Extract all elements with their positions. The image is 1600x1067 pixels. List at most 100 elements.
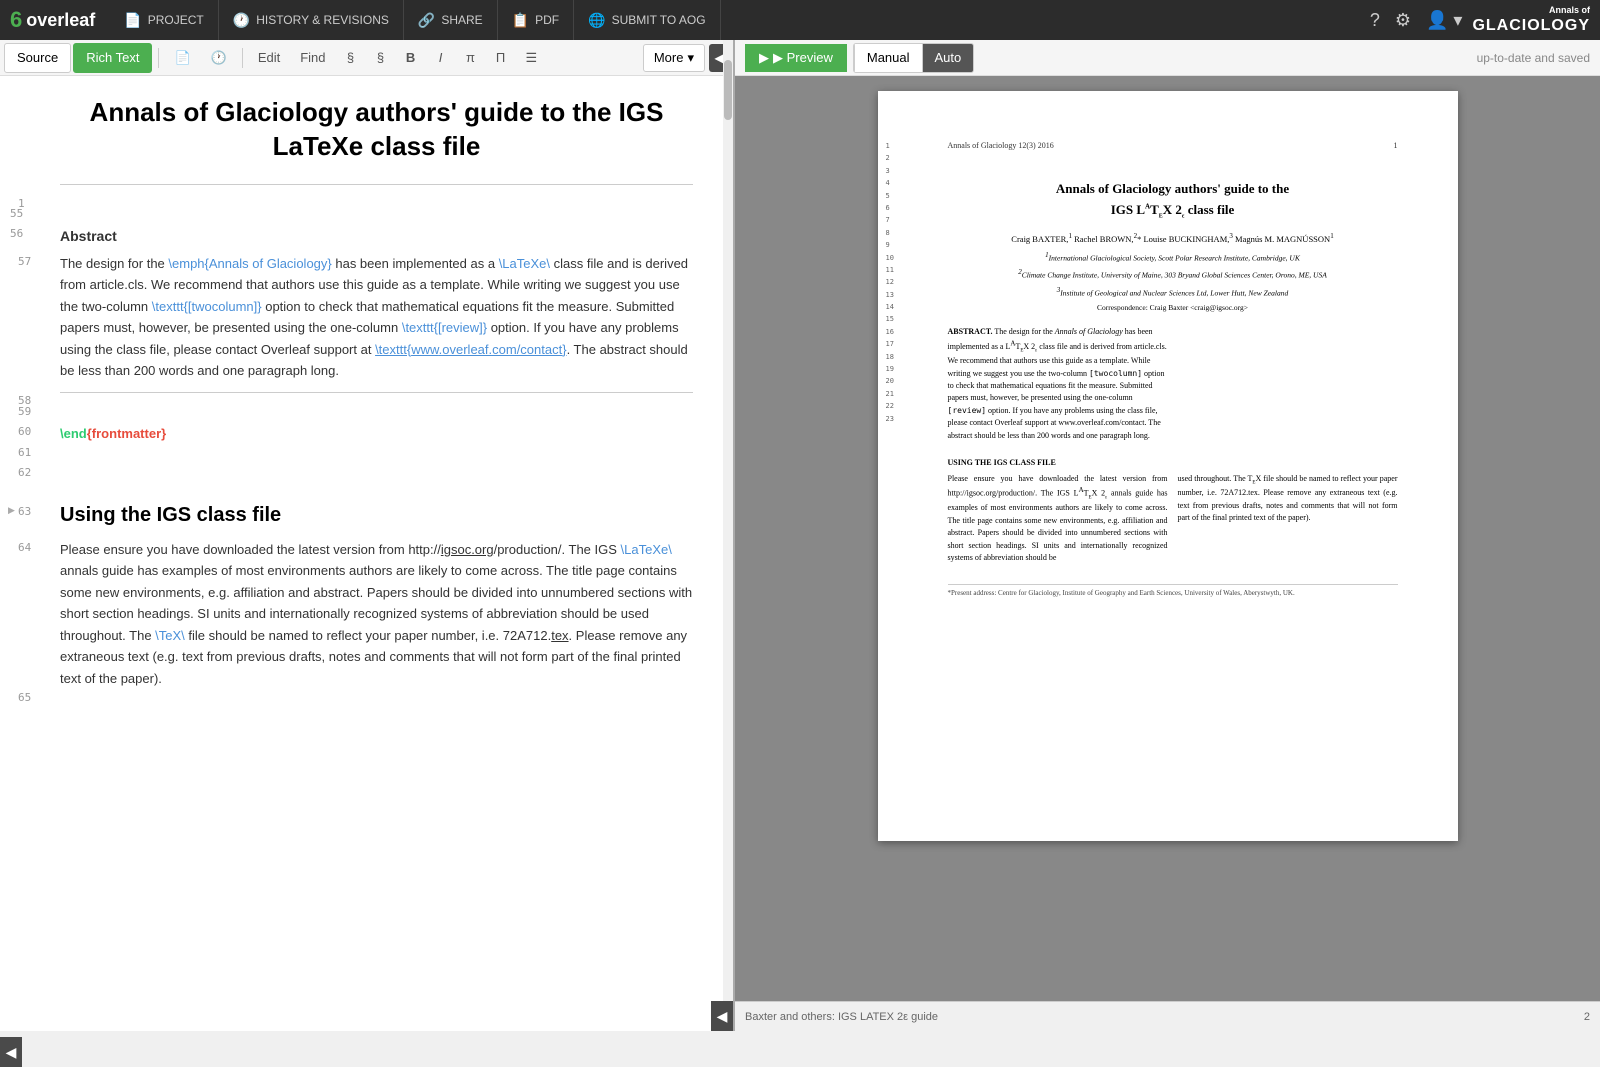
nav-pdf-label: PDF xyxy=(535,13,559,27)
emph-arg: {Annals of Glaciology} xyxy=(205,256,332,271)
nav-history[interactable]: 🕐 HISTORY & REVISIONS xyxy=(219,0,404,40)
latexe-cmd-2: \LaTeXe\ xyxy=(621,542,672,557)
preview-bottom-bar: Baxter and others: IGS LATEX 2ε guide 2 xyxy=(735,1001,1600,1031)
rule-2 xyxy=(60,392,693,393)
editor-toolbar: Source Rich Text 📄 🕐 Edit Find § § B I π… xyxy=(0,40,733,76)
nav-share[interactable]: 🔗 SHARE xyxy=(404,0,498,40)
pdf-ln-16: 16 xyxy=(886,327,894,339)
pdf-title-line2: IGS LATEX 2ε class file xyxy=(948,202,1398,220)
nav-submit[interactable]: 🌐 SUBMIT TO AOG xyxy=(574,0,720,40)
journal-prefix: Annals of xyxy=(1549,5,1590,16)
more-chevron-icon: ▾ xyxy=(687,50,694,66)
pdf-ln-14: 14 xyxy=(886,302,894,314)
pdf-ln-22: 22 xyxy=(886,401,894,413)
toolbar-separator-1 xyxy=(158,48,159,68)
pdf-section-col2: used throughout. The TEX file should be … xyxy=(1178,473,1398,564)
line-62: 62 xyxy=(18,464,31,482)
document-title: Annals of Glaciology authors' guide to t… xyxy=(60,96,693,164)
submit-icon: 🌐 xyxy=(588,12,605,29)
abstract-heading: Abstract xyxy=(60,225,693,247)
list-btn[interactable]: ☰ xyxy=(517,44,547,72)
italic-btn[interactable]: I xyxy=(427,44,455,72)
rich-text-tab[interactable]: Rich Text xyxy=(73,43,152,73)
bold-btn[interactable]: B xyxy=(397,44,425,72)
collapse-63-icon[interactable]: ▶ xyxy=(8,503,15,517)
nav-project-label: PROJECT xyxy=(148,13,204,27)
section-paragraph: Please ensure you have downloaded the la… xyxy=(60,539,693,689)
pdf-ln-18: 18 xyxy=(886,352,894,364)
more-button[interactable]: More ▾ xyxy=(643,44,705,72)
line-64: 64 xyxy=(18,539,31,557)
pdf-preview-content[interactable]: 1 2 3 4 5 6 7 8 9 10 11 12 13 14 15 16 1 xyxy=(735,76,1600,1001)
line-63: 63 xyxy=(18,503,31,521)
pdf-footer-left: Baxter and others: IGS LATEX 2ε guide xyxy=(745,1011,938,1023)
pdf-ln-1: 1 xyxy=(886,141,894,153)
source-tab[interactable]: Source xyxy=(4,43,71,73)
toolbar-more: More ▾ ◀ xyxy=(643,44,729,72)
pdf-col-2 xyxy=(1178,326,1398,442)
edit-btn[interactable]: Edit xyxy=(249,44,289,72)
pdf-line-numbers: 1 2 3 4 5 6 7 8 9 10 11 12 13 14 15 16 1 xyxy=(886,141,894,426)
history-icon: 🕐 xyxy=(233,12,250,29)
review-cmd: \texttt{[review]} xyxy=(402,320,487,335)
end-arg: {frontmatter} xyxy=(87,426,166,441)
math-display-btn[interactable]: Π xyxy=(487,44,515,72)
section-btn[interactable]: § xyxy=(337,44,365,72)
pdf-ln-8: 8 xyxy=(886,228,894,240)
preview-status: up-to-date and saved xyxy=(1477,51,1590,65)
preview-mode-group: Manual Auto xyxy=(853,43,974,73)
nav-project[interactable]: 📄 PROJECT xyxy=(110,0,218,40)
toolbar-separator-2 xyxy=(242,48,243,68)
brand-logo[interactable]: 6 overleaf xyxy=(10,7,95,33)
line-57: 57 xyxy=(18,253,31,271)
pdf-title-line1: Annals of Glaciology authors' guide to t… xyxy=(948,180,1398,198)
tex-ext: tex xyxy=(551,628,568,643)
nav-pdf[interactable]: 📋 PDF xyxy=(498,0,574,40)
settings-icon[interactable]: ⚙ xyxy=(1395,10,1411,31)
editor-pane: Source Rich Text 📄 🕐 Edit Find § § B I π… xyxy=(0,40,735,1031)
preview-run-btn[interactable]: ▶ ▶ Preview xyxy=(745,44,847,72)
help-icon[interactable]: ? xyxy=(1370,10,1380,31)
pdf-affil-2: 2Climate Change Institute, University of… xyxy=(948,267,1398,281)
preview-run-label: ▶ Preview xyxy=(773,50,833,66)
insert-file-btn[interactable]: 📄 xyxy=(165,44,199,72)
end-cmd: \end xyxy=(60,426,87,441)
url-cmd: \texttt{www.overleaf.com/contact} xyxy=(375,342,567,357)
user-icon[interactable]: 👤 ▾ xyxy=(1426,10,1462,31)
preview-pane: ▶ ▶ Preview Manual Auto up-to-date and s… xyxy=(735,40,1600,1031)
editor-content-area[interactable]: Annals of Glaciology authors' guide to t… xyxy=(0,76,733,1031)
history-btn[interactable]: 🕐 xyxy=(202,44,236,72)
project-icon: 📄 xyxy=(124,12,141,29)
collapse-editor-bottom-btn[interactable]: ◀ xyxy=(711,1001,733,1031)
more-label: More xyxy=(654,50,684,65)
emph-cmd: \emph xyxy=(168,256,204,271)
line-59: 59 xyxy=(18,403,31,421)
overleaf-text: overleaf xyxy=(26,10,95,31)
rule-1 xyxy=(60,184,693,185)
pdf-ln-10: 10 xyxy=(886,253,894,265)
editor-scrollbar[interactable] xyxy=(723,40,733,1031)
pdf-affil-1: 1International Glaciological Society, Sc… xyxy=(948,250,1398,264)
pdf-ln-17: 17 xyxy=(886,339,894,351)
pdf-abstract-text: The design for the Annals of Glaciology … xyxy=(948,327,1167,440)
find-btn[interactable]: Find xyxy=(291,44,334,72)
math-inline-btn[interactable]: π xyxy=(457,44,485,72)
editor-scrollbar-thumb[interactable] xyxy=(724,60,732,120)
pdf-header-right: 1 xyxy=(1394,141,1398,150)
manual-tab[interactable]: Manual xyxy=(854,44,922,72)
tex-cmd: \TeX\ xyxy=(155,628,185,643)
pdf-affil-3: 3Institute of Geological and Nuclear Sci… xyxy=(948,285,1398,299)
pdf-ln-6: 6 xyxy=(886,203,894,215)
main-layout: Source Rich Text 📄 🕐 Edit Find § § B I π… xyxy=(0,40,1600,1031)
pdf-ln-19: 19 xyxy=(886,364,894,376)
pdf-ln-7: 7 xyxy=(886,215,894,227)
pdf-ln-15: 15 xyxy=(886,314,894,326)
preview-toolbar: ▶ ▶ Preview Manual Auto up-to-date and s… xyxy=(735,40,1600,76)
auto-tab[interactable]: Auto xyxy=(922,44,974,72)
pdf-ln-23: 23 xyxy=(886,414,894,426)
pdf-section-col1: Please ensure you have downloaded the la… xyxy=(948,473,1168,564)
pdf-ln-9: 9 xyxy=(886,240,894,252)
subsection-btn[interactable]: § xyxy=(367,44,395,72)
igsoc-link: igsoc.org xyxy=(441,542,494,557)
pdf-icon: 📋 xyxy=(512,12,529,29)
